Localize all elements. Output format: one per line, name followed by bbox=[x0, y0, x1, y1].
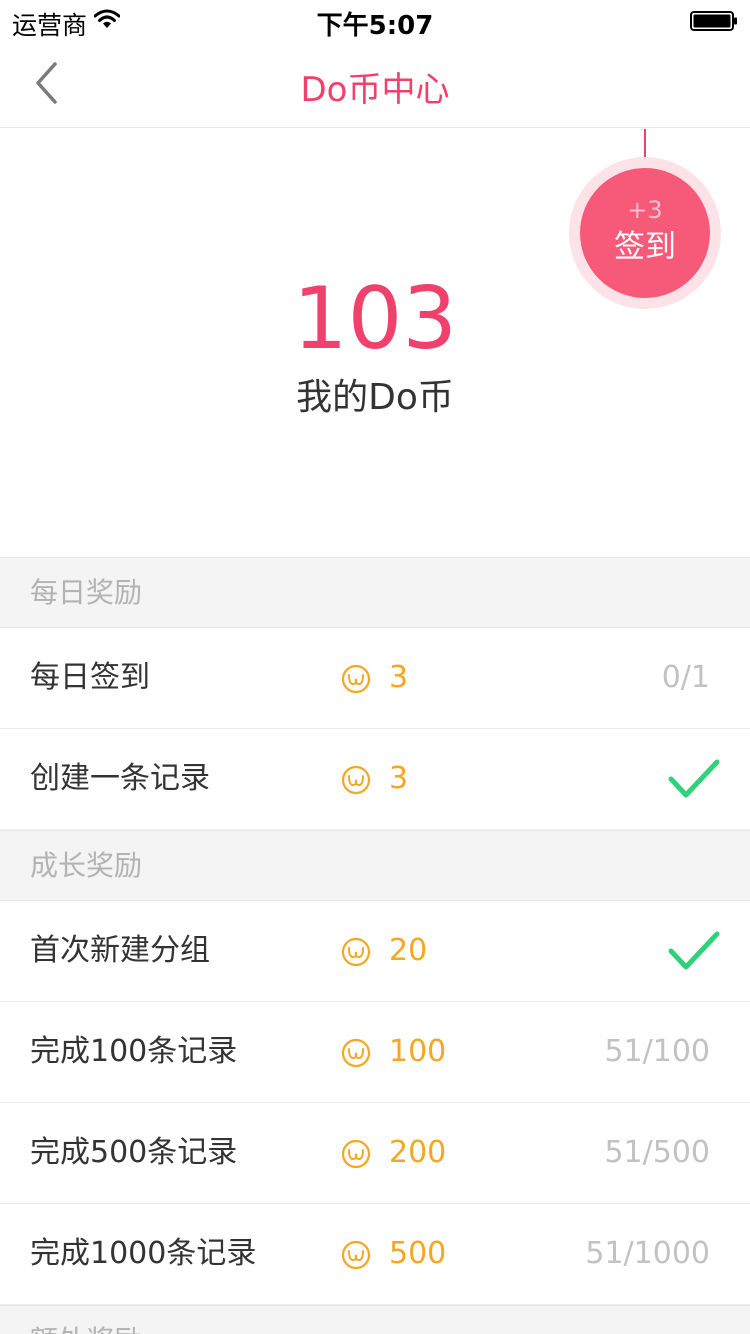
do-coin-center-screen: 运营商 下午5:07 Do币中心 +3 签到 103 我的Do币 每日奖励 每日… bbox=[0, 0, 750, 1334]
coin-balance-label: 我的Do币 bbox=[296, 377, 454, 418]
section-header-daily: 每日奖励 bbox=[0, 557, 750, 628]
section-header-extra: 额外奖励 bbox=[0, 1305, 750, 1334]
signin-hang-line bbox=[644, 129, 646, 158]
reward-row-first-group[interactable]: 首次新建分组 20 bbox=[0, 901, 750, 1002]
check-icon bbox=[668, 931, 720, 970]
signin-label: 签到 bbox=[614, 229, 676, 265]
reward-amount: 3 bbox=[389, 660, 409, 695]
reward-row-1000-records[interactable]: 完成1000条记录 500 51/1000 bbox=[0, 1204, 750, 1305]
battery-icon bbox=[690, 11, 737, 31]
reward-progress: 51/1000 bbox=[585, 1236, 710, 1271]
reward-title: 完成100条记录 bbox=[30, 1034, 238, 1069]
do-coin-icon bbox=[341, 1240, 371, 1270]
reward-title: 每日签到 bbox=[30, 660, 150, 695]
reward-title: 创建一条记录 bbox=[30, 761, 210, 796]
reward-row-500-records[interactable]: 完成500条记录 200 51/500 bbox=[0, 1103, 750, 1204]
page-title: Do币中心 bbox=[300, 70, 450, 110]
do-coin-icon bbox=[341, 1038, 371, 1068]
reward-amount: 500 bbox=[389, 1236, 447, 1271]
check-icon bbox=[668, 759, 720, 798]
reward-progress: 51/100 bbox=[604, 1034, 710, 1069]
reward-progress: 51/500 bbox=[604, 1135, 710, 1170]
reward-amount: 3 bbox=[389, 761, 409, 796]
reward-row-daily-signin[interactable]: 每日签到 3 0/1 bbox=[0, 628, 750, 729]
status-bar: 运营商 下午5:07 bbox=[0, 0, 750, 41]
reward-amount: 200 bbox=[389, 1135, 447, 1170]
reward-amount: 20 bbox=[389, 933, 428, 968]
reward-title: 首次新建分组 bbox=[30, 933, 210, 968]
reward-title: 完成500条记录 bbox=[30, 1135, 238, 1170]
coin-balance: 103 bbox=[292, 269, 458, 369]
do-coin-icon bbox=[341, 937, 371, 967]
reward-title: 完成1000条记录 bbox=[30, 1236, 257, 1271]
nav-bar: Do币中心 bbox=[0, 40, 750, 128]
reward-list: 每日奖励 每日签到 3 0/1 创建一条记录 3 成长奖励 首次新建分组 20 … bbox=[0, 557, 750, 1334]
signin-bonus: +3 bbox=[627, 196, 663, 224]
status-time: 下午5:07 bbox=[316, 11, 434, 41]
reward-amount: 100 bbox=[389, 1034, 447, 1069]
do-coin-icon bbox=[341, 765, 371, 795]
reward-progress: 0/1 bbox=[661, 660, 710, 695]
section-header-growth: 成长奖励 bbox=[0, 830, 750, 901]
reward-row-create-record[interactable]: 创建一条记录 3 bbox=[0, 729, 750, 830]
do-coin-icon bbox=[341, 1139, 371, 1169]
do-coin-icon bbox=[341, 664, 371, 694]
coin-summary: +3 签到 103 我的Do币 bbox=[0, 129, 750, 557]
reward-row-100-records[interactable]: 完成100条记录 100 51/100 bbox=[0, 1002, 750, 1103]
